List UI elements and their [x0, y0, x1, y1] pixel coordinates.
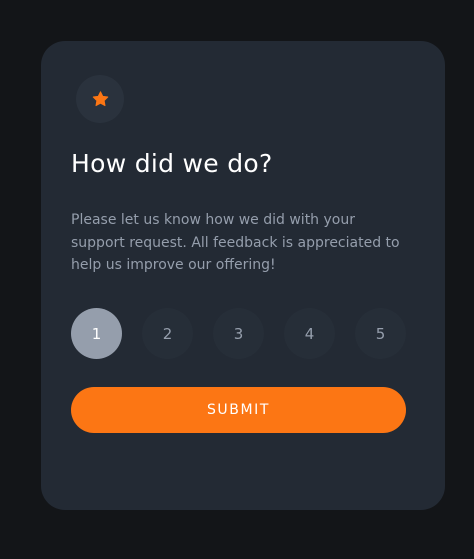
rating-button-4[interactable]: 4 — [284, 308, 335, 359]
card-description: Please let us know how we did with your … — [71, 212, 400, 273]
rating-options: 1 2 3 4 5 — [71, 308, 406, 359]
submit-button[interactable]: SUBMIT — [71, 387, 406, 433]
rating-button-2[interactable]: 2 — [142, 308, 193, 359]
card-title: How did we do? — [71, 149, 273, 178]
page-background: How did we do? Please let us know how we… — [0, 0, 474, 559]
rating-card: How did we do? Please let us know how we… — [41, 41, 445, 510]
rating-button-5[interactable]: 5 — [355, 308, 406, 359]
rating-button-1[interactable]: 1 — [71, 308, 122, 359]
rating-button-3[interactable]: 3 — [213, 308, 264, 359]
star-badge — [76, 75, 124, 123]
star-icon — [92, 91, 108, 107]
